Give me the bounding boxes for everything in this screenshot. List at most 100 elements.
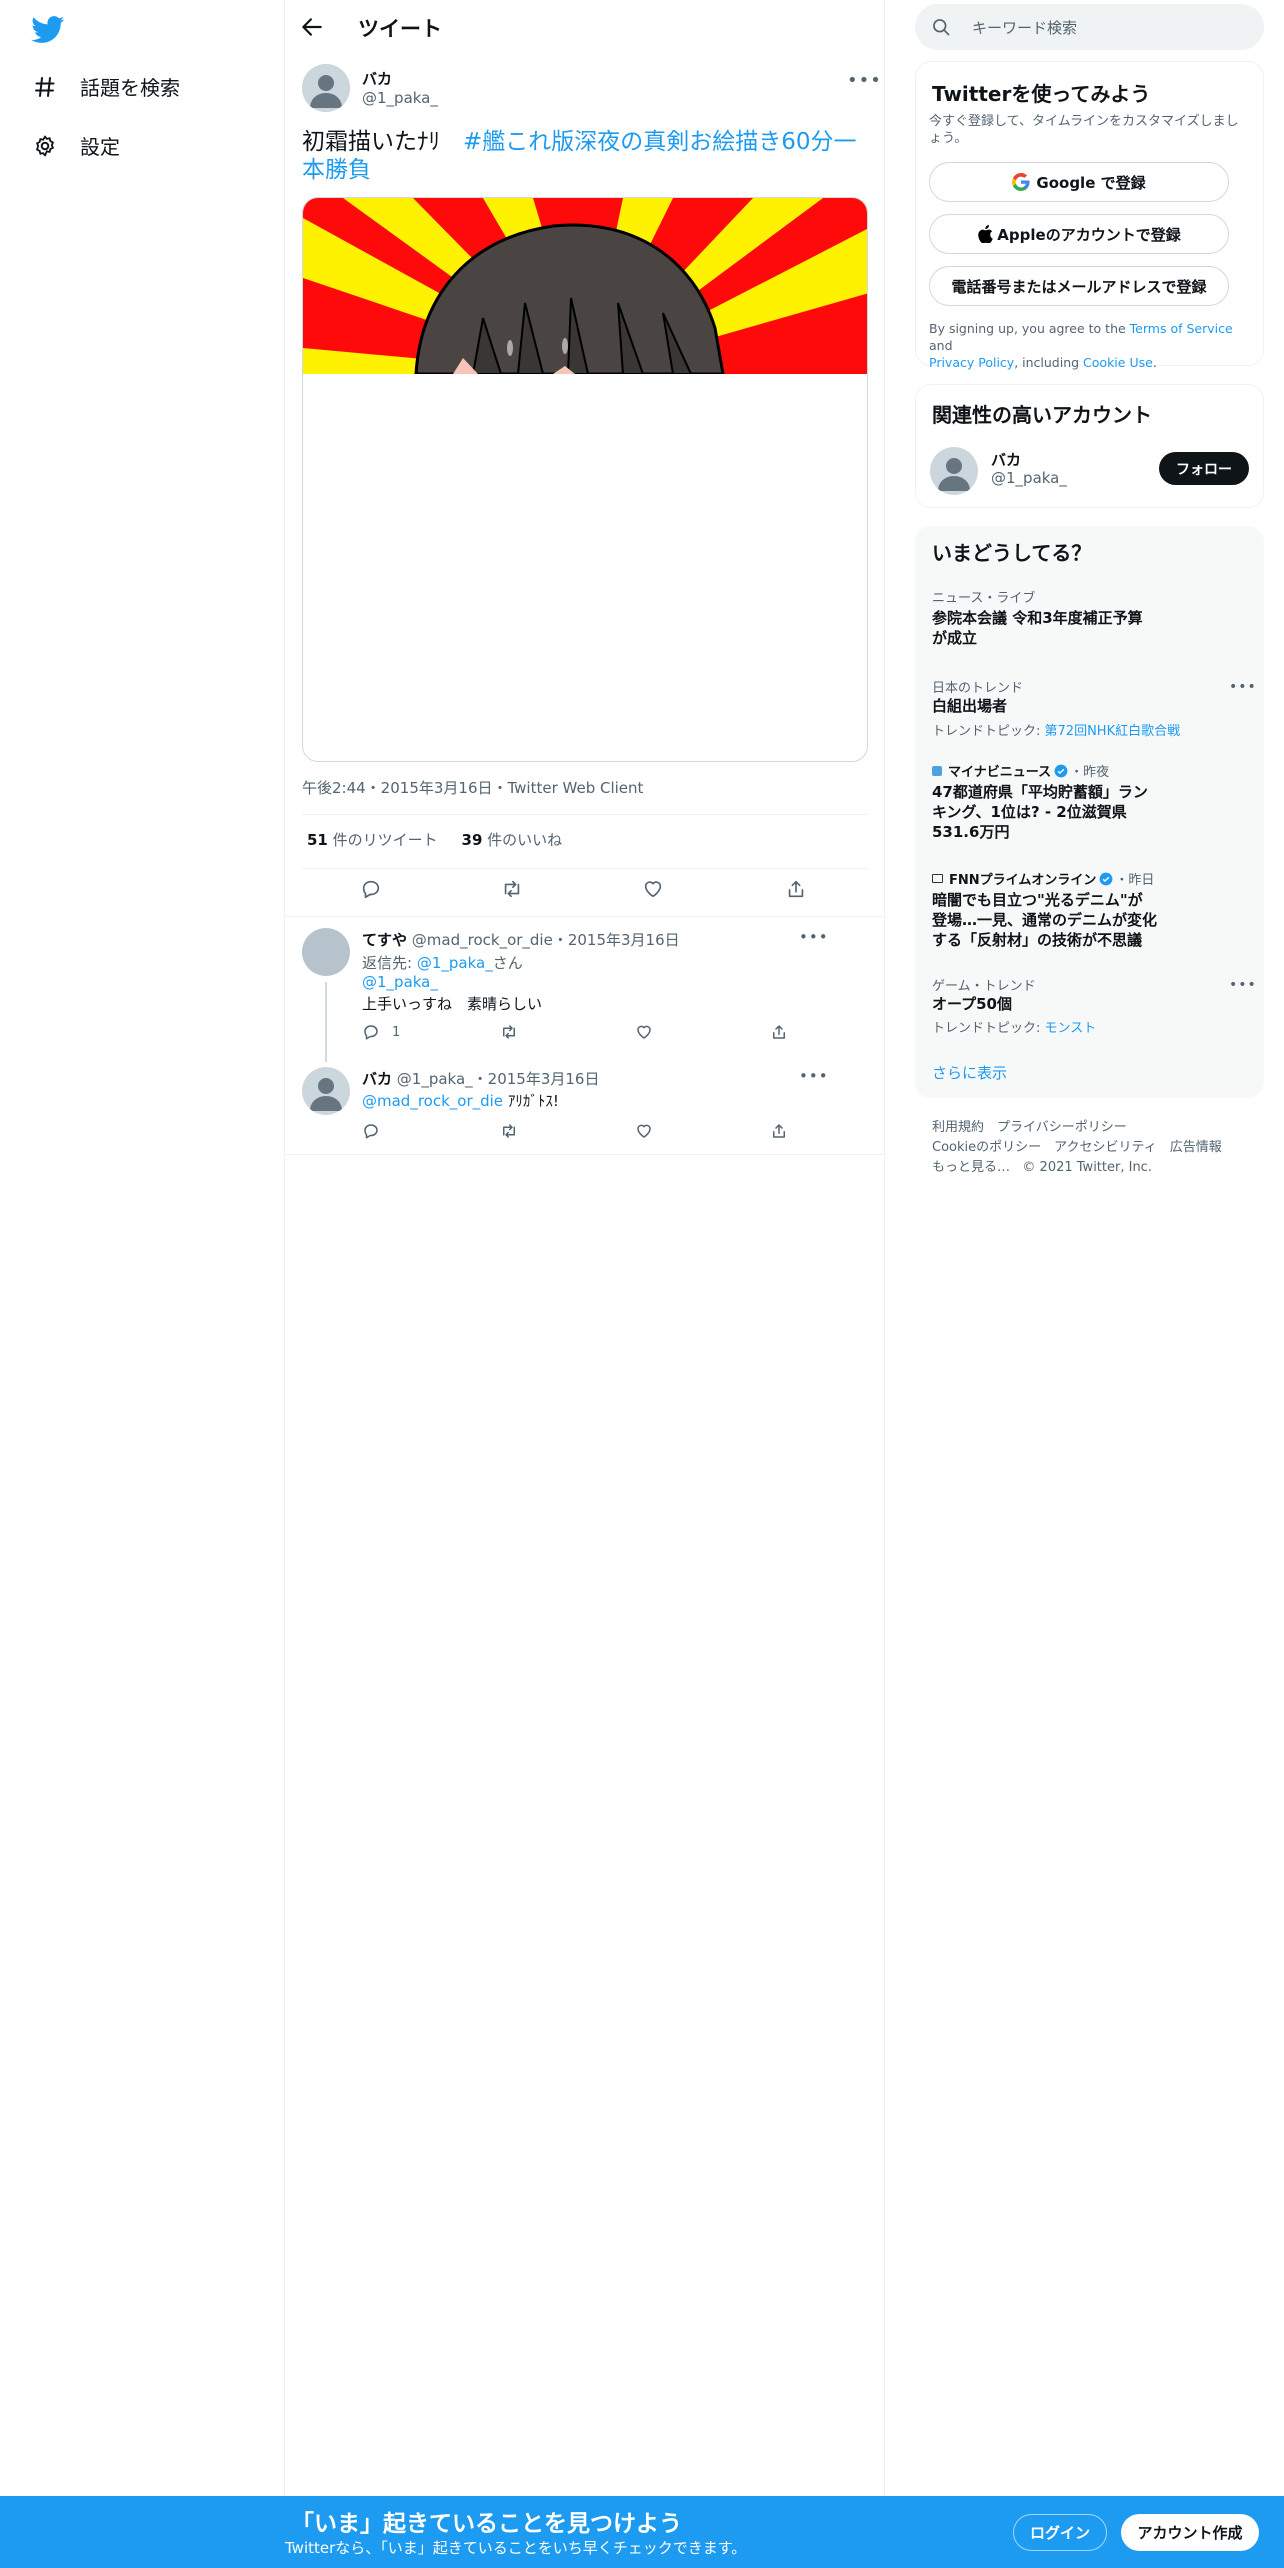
phone-email-signup-button[interactable]: 電話番号またはメールアドレスで登録 [929, 266, 1229, 306]
reply-text: 上手いっすね 素晴らしい [362, 995, 543, 1013]
trend-title[interactable]: オープ50個 [932, 994, 1157, 1014]
trends-card: いまどうしてる？ ニュース・ライブ 参院本会議 令和3年度補正予算が成立 日本の… [915, 526, 1264, 1098]
fnn-logo-icon [932, 874, 943, 883]
like-icon[interactable] [635, 1122, 653, 1140]
divider [302, 814, 868, 815]
reply-author-name[interactable]: てすや [362, 931, 407, 949]
trend-title[interactable]: 白組出場者 [932, 696, 1157, 716]
more-options-icon[interactable]: ••• [1229, 679, 1257, 695]
footer-links-1[interactable]: 利用規約 プライバシーポリシー [932, 1116, 1127, 1135]
like-count[interactable]: 39 件のいいね [462, 831, 563, 849]
tweet-image-drawing [303, 198, 867, 374]
tweet-image[interactable] [302, 197, 868, 762]
author-name[interactable]: バカ [362, 68, 392, 89]
trend-category: ゲーム・トレンド [932, 979, 1036, 994]
more-options-icon[interactable]: ••• [799, 1067, 829, 1085]
reply-date[interactable]: ・2015年3月16日 [553, 931, 680, 949]
avatar[interactable] [930, 447, 978, 495]
mention-link[interactable]: @mad_rock_or_die [362, 1092, 503, 1110]
signup-card-title: Twitterを使ってみよう [932, 82, 1151, 106]
reply-to-link[interactable]: @1_paka_ [417, 954, 493, 972]
trend-title[interactable]: 参院本会議 令和3年度補正予算が成立 [932, 608, 1157, 648]
follow-button[interactable]: フォロー [1159, 452, 1249, 485]
reply-avatar[interactable] [302, 1067, 350, 1115]
share-icon[interactable] [785, 878, 807, 900]
footer-links-2[interactable]: Cookieのポリシー アクセシビリティ 広告情報 [932, 1136, 1222, 1155]
reply-to-line: 返信先: @1_paka_さん [362, 954, 523, 972]
reply-date[interactable]: ・2015年3月16日 [473, 1070, 600, 1088]
mention-link[interactable]: @1_paka_ [362, 973, 438, 991]
privacy-link[interactable]: Privacy Policy [929, 355, 1014, 370]
reply-icon[interactable] [362, 1122, 380, 1140]
trend-title[interactable]: 47都道府県「平均貯蓄額」ランキング、1位は? - 2位滋賀県531.6万円 [932, 782, 1157, 842]
signup-card: Twitterを使ってみよう 今すぐ登録して、タイムラインをカスタマイズしましょ… [915, 61, 1264, 370]
twitter-logo-icon[interactable] [31, 16, 65, 44]
google-icon [1012, 173, 1030, 191]
terms-link[interactable]: Terms of Service [1130, 321, 1233, 336]
apple-icon [977, 225, 993, 243]
google-signup-button[interactable]: Google で登録 [929, 162, 1229, 202]
more-link[interactable]: もっと見る… [932, 1160, 1010, 1175]
signup-card-subtitle: 今すぐ登録して、タイムラインをカスタマイズしましょう。 [929, 114, 1239, 146]
trend-category: ニュース・ライブ [932, 591, 1036, 606]
like-icon[interactable] [642, 878, 664, 900]
reply-icon[interactable] [360, 878, 382, 900]
tweet-body: 初霜描いたﾅﾘ [302, 129, 463, 155]
news-source: FNNプライムオンライン ・昨日 [932, 869, 1154, 888]
reply-icon[interactable]: 1 [362, 1023, 400, 1041]
tweet-timestamp[interactable]: 午後2:44・2015年3月16日・Twitter Web Client [302, 777, 643, 798]
more-options-icon[interactable]: ••• [1229, 977, 1257, 993]
trend-topic-link[interactable]: 第72回NHK紅白歌合戦 [1045, 724, 1181, 739]
reply-author-handle[interactable]: @mad_rock_or_die [412, 931, 553, 949]
trend-title[interactable]: 暗闇でも目立つ"光るデニム"が登場…一見、通常のデニムが変化する「反射材」の技術… [932, 890, 1157, 950]
trend-topic: トレンドトピック: モンスト [932, 1021, 1097, 1036]
banner-subtitle: Twitterなら、「いま」起きていることをいち早くチェックできます。 [285, 2539, 747, 2557]
create-account-button[interactable]: アカウント作成 [1121, 2514, 1259, 2551]
hashtag-icon [32, 74, 58, 100]
left-sidebar: 話題を検索 設定 [0, 0, 285, 2496]
related-title: 関連性の高いアカウント [932, 403, 1152, 427]
share-icon[interactable] [770, 1023, 788, 1041]
trend-topic-link[interactable]: モンスト [1045, 1021, 1097, 1036]
gear-icon [32, 133, 58, 159]
avatar[interactable] [302, 64, 350, 112]
signup-legal-text: By signing up, you agree to the Terms of… [929, 321, 1233, 370]
more-options-icon[interactable]: ••• [847, 70, 882, 91]
thread-line [325, 982, 327, 1062]
trend-topic: トレンドトピック: 第72回NHK紅白歌合戦 [932, 724, 1181, 739]
verified-icon [1054, 764, 1068, 778]
reply-avatar[interactable] [302, 928, 350, 976]
cookie-link[interactable]: Cookie Use [1083, 355, 1153, 370]
retweet-icon[interactable] [499, 1023, 519, 1041]
share-icon[interactable] [770, 1122, 788, 1140]
retweet-icon[interactable] [499, 1122, 519, 1140]
reply-header: バカ @1_paka_・2015年3月16日 [362, 1068, 599, 1089]
reply-author-name[interactable]: バカ [362, 1070, 392, 1088]
like-icon[interactable] [635, 1023, 653, 1041]
search-input[interactable]: キーワード検索 [915, 4, 1264, 50]
banner-title: 「いま」起きていることを見つけよう [291, 2511, 682, 2537]
nav-explore[interactable]: 話題を検索 [32, 72, 180, 101]
author-handle[interactable]: @1_paka_ [362, 89, 438, 107]
main-column: ツイート バカ @1_paka_ ••• 初霜描いたﾅﾘ #艦これ版深夜の真剣お… [285, 0, 885, 2496]
related-account-handle[interactable]: @1_paka_ [991, 469, 1067, 487]
reply-header: てすや @mad_rock_or_die・2015年3月16日 [362, 929, 680, 950]
retweet-icon[interactable] [500, 878, 524, 900]
retweet-count[interactable]: 51 件のリツイート [307, 831, 438, 849]
copyright: © 2021 Twitter, Inc. [1022, 1160, 1152, 1175]
more-options-icon[interactable]: ••• [799, 928, 829, 946]
login-button[interactable]: ログイン [1013, 2514, 1107, 2551]
reply-author-handle[interactable]: @1_paka_ [397, 1070, 473, 1088]
apple-signup-button[interactable]: Appleのアカウントで登録 [929, 214, 1229, 254]
search-placeholder: キーワード検索 [972, 19, 1078, 37]
related-account-name[interactable]: バカ [991, 449, 1021, 470]
back-arrow-icon[interactable] [299, 14, 325, 40]
verified-icon [1099, 872, 1113, 886]
tweet-actions [285, 878, 885, 908]
reply-actions [362, 1122, 872, 1146]
tweet-header: ツイート [285, 0, 885, 54]
nav-settings[interactable]: 設定 [32, 131, 120, 160]
reply-count: 1 [392, 1024, 401, 1040]
divider [285, 1154, 885, 1155]
show-more-link[interactable]: さらに表示 [932, 1062, 1007, 1083]
